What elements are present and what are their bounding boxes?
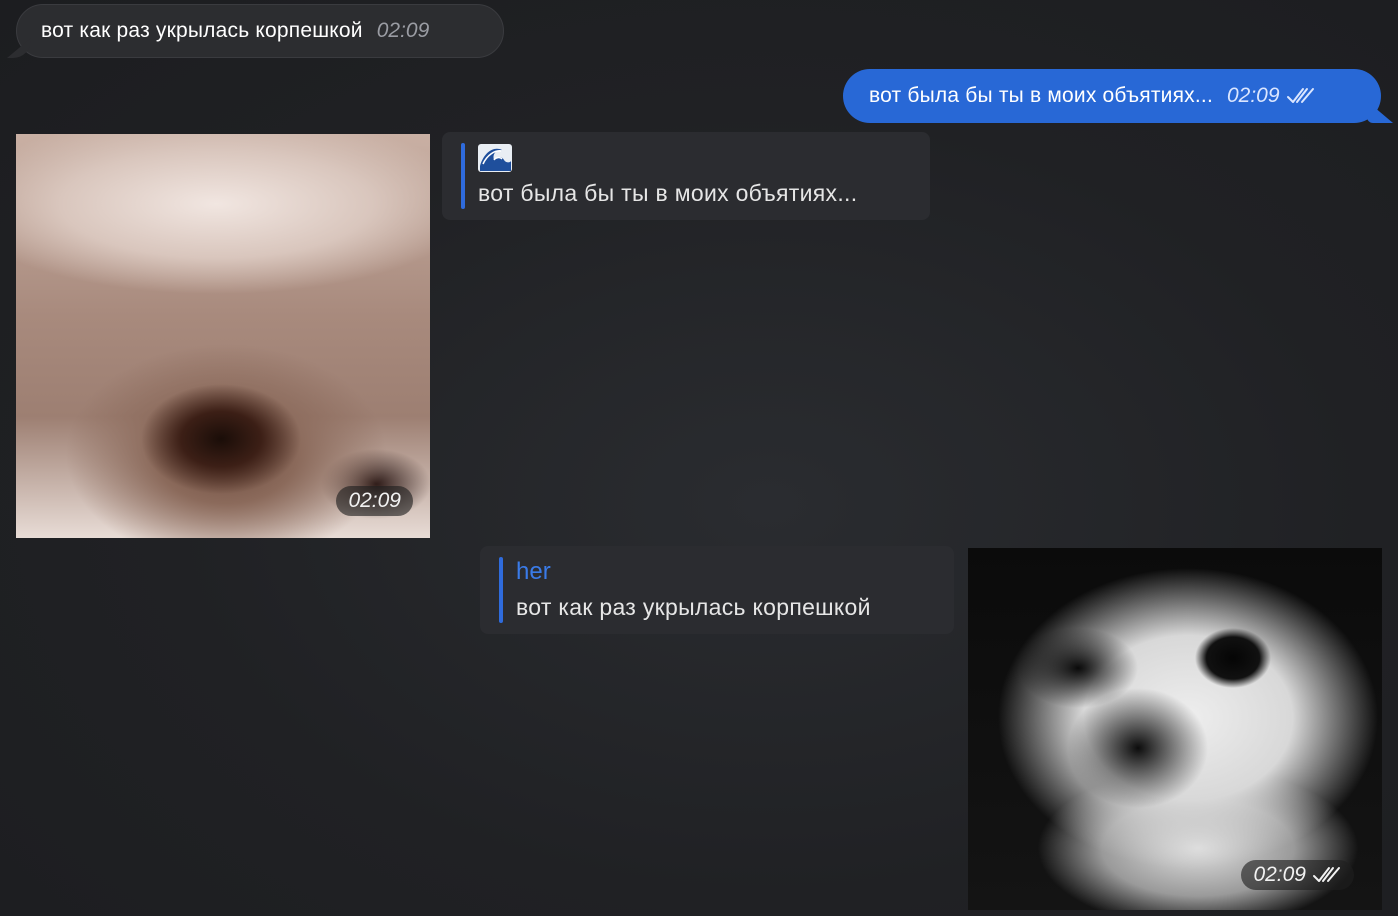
media-time: 02:09 — [336, 486, 413, 516]
message-text: вот как раз укрылась корпешкой — [41, 19, 363, 42]
reply-text: вот была бы ты в моих объятиях... — [478, 180, 858, 206]
reply-quote[interactable]: вот была бы ты в моих объятиях... — [442, 132, 930, 220]
sticker-image[interactable]: 02:09 — [968, 548, 1382, 910]
incoming-message-bubble[interactable]: вот как раз укрылась корпешкой 02:09 — [16, 4, 504, 58]
reply-sender-name: her — [516, 558, 551, 585]
message-text: вот была бы ты в моих объятиях... — [869, 84, 1213, 107]
reply-accent-bar — [461, 143, 465, 209]
reply-quote[interactable]: her вот как раз укрылась корпешкой — [480, 546, 954, 634]
reply-accent-bar — [499, 557, 503, 623]
message-time: 02:09 — [376, 19, 430, 42]
media-time: 02:09 — [1241, 860, 1354, 890]
double-check-icon — [1313, 867, 1340, 882]
wave-emoji-icon — [478, 144, 512, 172]
media-time-text: 02:09 — [1253, 863, 1306, 886]
double-check-icon — [1286, 88, 1314, 103]
sticker-image[interactable]: 02:09 — [16, 134, 430, 538]
outgoing-message-bubble[interactable]: вот была бы ты в моих объятиях... 02:09 — [843, 69, 1381, 123]
message-time: 02:09 — [1226, 84, 1280, 107]
reply-text: вот как раз укрылась корпешкой — [516, 594, 871, 620]
